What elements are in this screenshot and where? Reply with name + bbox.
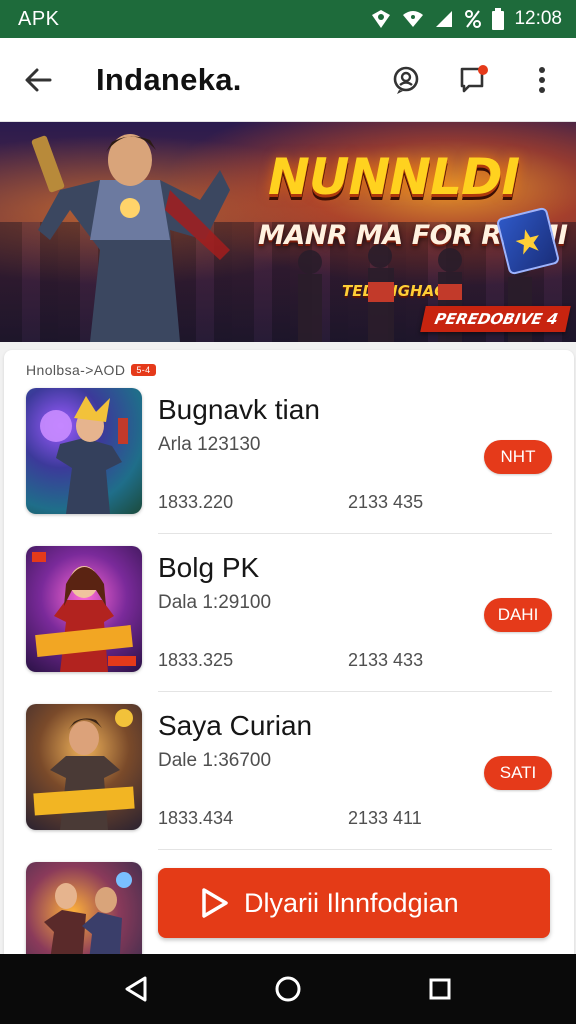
item-stat-b: 2133 435 [348, 492, 424, 512]
item-action-button[interactable]: SATI [484, 756, 552, 790]
primary-cta-button[interactable]: Dlyarii Ilnnfodgian [158, 868, 550, 938]
item-stat-a: 1833.220 [158, 492, 234, 512]
system-nav-bar [0, 954, 576, 1024]
divider [158, 691, 552, 692]
notification-button[interactable] [440, 38, 508, 122]
item-action-button[interactable]: DAHI [484, 598, 552, 632]
section-badge: 5-4 [131, 364, 156, 376]
item-stat-b: 2133 433 [348, 650, 424, 670]
game-thumbnail [26, 704, 142, 830]
item-subtitle: Arla 123130 [158, 434, 261, 455]
battery-icon [492, 8, 505, 30]
more-options-button[interactable] [508, 38, 576, 122]
content-card: Hnolbsa->AOD 5-4 Bugnavk tian Arla 12313… [4, 350, 574, 954]
back-arrow-icon [25, 68, 52, 91]
item-stat-a: 1833.325 [158, 650, 234, 670]
data-percent-icon [464, 9, 482, 29]
list-item[interactable]: Saya Curian Dale 1:36700 SATI 1833.434 2… [4, 704, 574, 862]
back-triangle-icon [125, 976, 147, 1002]
item-title: Bolg PK [158, 552, 260, 583]
list-item[interactable]: Bolg PK Dala 1:29100 DAHI 1833.325 2133 … [4, 546, 574, 704]
vpn-key-icon [370, 9, 392, 29]
list-item[interactable]: Bugnavk tian Arla 123130 NHT 1833.220 21… [4, 388, 574, 546]
item-title: Bugnavk tian [158, 394, 320, 425]
game-thumbnail [26, 546, 142, 672]
section-header: Hnolbsa->AOD 5-4 [4, 350, 574, 390]
banner-badge: PEREDOBIVE 4 [420, 306, 571, 332]
wifi-icon [402, 9, 424, 29]
status-bar: APK 12:08 [0, 0, 576, 38]
nav-recents-button[interactable] [405, 954, 475, 1024]
recents-square-icon [429, 978, 451, 1000]
play-icon [200, 887, 230, 919]
status-icons: 12:08 [370, 8, 562, 30]
section-label: Hnolbsa->AOD [26, 362, 126, 378]
chat-bubble-icon [393, 66, 419, 94]
item-title: Saya Curian [158, 710, 313, 741]
game-thumbnail [26, 388, 142, 514]
status-time: 12:08 [514, 8, 562, 29]
divider [158, 533, 552, 534]
more-vert-icon [539, 66, 545, 93]
nav-back-button[interactable] [101, 954, 171, 1024]
game-thumbnail [26, 862, 142, 954]
signal-icon [434, 9, 454, 29]
notification-flag-icon [460, 64, 488, 92]
divider [158, 849, 552, 850]
item-subtitle: Dale 1:36700 [158, 750, 272, 771]
banner-title: NUNNLDI [268, 148, 520, 206]
app-bar: Indaneka. [0, 38, 576, 122]
item-stat-a: 1833.434 [158, 808, 234, 828]
item-action-button[interactable]: NHT [484, 440, 552, 474]
item-subtitle: Dala 1:29100 [158, 592, 272, 613]
home-circle-icon [275, 976, 301, 1002]
cta-label: Dlyarii Ilnnfodgian [244, 887, 459, 918]
chat-button[interactable] [372, 38, 440, 122]
promo-banner[interactable]: NUNNLDI MANR MA FOR RIAMI TEDENGHAGS PER… [0, 122, 576, 342]
back-button[interactable] [0, 38, 76, 122]
status-app-label: APK [18, 7, 60, 30]
app-actions [372, 38, 576, 122]
banner-hero-illustration [31, 134, 230, 342]
page-title: Indaneka. [96, 61, 242, 97]
item-stat-b: 2133 411 [348, 808, 422, 828]
nav-home-button[interactable] [253, 954, 323, 1024]
